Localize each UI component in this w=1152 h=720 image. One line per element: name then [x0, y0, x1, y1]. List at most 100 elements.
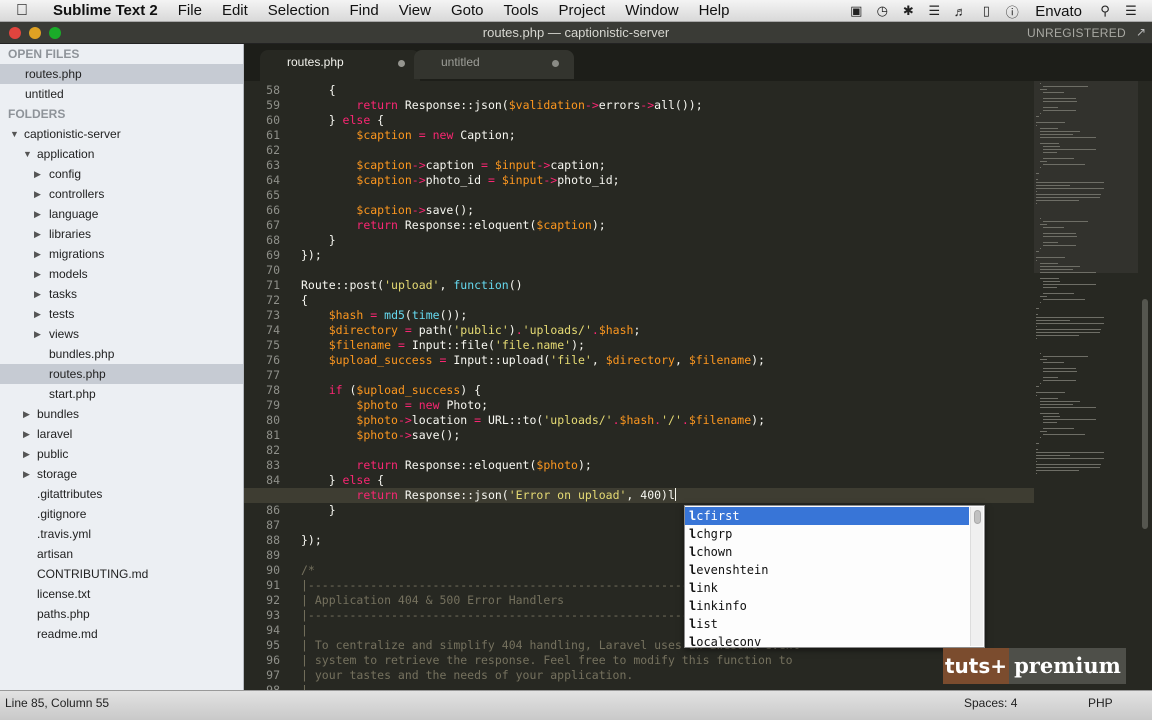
- code-line[interactable]: {: [301, 293, 1021, 308]
- menu-find[interactable]: Find: [340, 0, 389, 22]
- folder-tree-item[interactable]: ▶ libraries: [0, 224, 243, 244]
- disclosure-collapsed-icon[interactable]: ▶: [34, 164, 41, 184]
- folder-tree-item[interactable]: ▶ tasks: [0, 284, 243, 304]
- file-tree-item[interactable]: .gitattributes: [0, 484, 243, 504]
- disclosure-collapsed-icon[interactable]: ▶: [34, 244, 41, 264]
- unsaved-dot-icon[interactable]: [398, 60, 405, 67]
- code-line[interactable]: $caption = new Caption;: [301, 128, 1021, 143]
- file-tree-item[interactable]: CONTRIBUTING.md: [0, 564, 243, 584]
- code-line[interactable]: $caption->photo_id = $input->photo_id;: [301, 173, 1021, 188]
- code-line[interactable]: return Response::eloquent($photo);: [301, 458, 1021, 473]
- tab-routes-php[interactable]: routes.php: [260, 50, 420, 81]
- menu-file[interactable]: File: [168, 0, 212, 22]
- disclosure-collapsed-icon[interactable]: ▶: [23, 464, 30, 484]
- screen-recorder-icon[interactable]: ▣: [843, 3, 869, 19]
- menu-selection[interactable]: Selection: [258, 0, 340, 22]
- menu-project[interactable]: Project: [549, 0, 616, 22]
- tab-untitled[interactable]: untitled: [414, 50, 574, 79]
- disclosure-collapsed-icon[interactable]: ▶: [34, 224, 41, 244]
- unsaved-dot-icon[interactable]: [552, 60, 559, 67]
- autocomplete-item[interactable]: localeconv: [685, 633, 969, 647]
- file-tree-item[interactable]: paths.php: [0, 604, 243, 624]
- code-line[interactable]: $directory = path('public').'uploads/'.$…: [301, 323, 1021, 338]
- folder-tree-item[interactable]: ▶ bundles: [0, 404, 243, 424]
- spotlight-search-icon[interactable]: ⚲: [1092, 3, 1118, 19]
- file-tree-item[interactable]: routes.php: [0, 364, 243, 384]
- folder-tree-item[interactable]: ▶ laravel: [0, 424, 243, 444]
- user-menu[interactable]: Envato: [1025, 3, 1092, 20]
- battery-icon[interactable]: ▯: [973, 3, 999, 19]
- file-tree-item[interactable]: artisan: [0, 544, 243, 564]
- fullscreen-icon[interactable]: ↗: [1136, 25, 1146, 39]
- autocomplete-item[interactable]: levenshtein: [685, 561, 969, 579]
- disclosure-collapsed-icon[interactable]: ▶: [34, 324, 41, 344]
- autocomplete-item[interactable]: link: [685, 579, 969, 597]
- code-line[interactable]: return Response::json('Error on upload',…: [244, 488, 1034, 503]
- code-line[interactable]: $photo->save();: [301, 428, 1021, 443]
- folder-tree-item[interactable]: ▶ controllers: [0, 184, 243, 204]
- code-line[interactable]: Route::post('upload', function(): [301, 278, 1021, 293]
- editor-scrollbar[interactable]: [1140, 81, 1152, 690]
- folder-tree-item[interactable]: ▶ models: [0, 264, 243, 284]
- file-tree-item[interactable]: readme.md: [0, 624, 243, 644]
- code-line[interactable]: } else {: [301, 113, 1021, 128]
- code-line[interactable]: | system to retrieve the response. Feel …: [301, 653, 1021, 668]
- code-line[interactable]: return Response::eloquent($caption);: [301, 218, 1021, 233]
- autocomplete-item[interactable]: lchgrp: [685, 525, 969, 543]
- open-file-item[interactable]: untitled: [0, 84, 243, 104]
- folder-tree-item[interactable]: ▶ public: [0, 444, 243, 464]
- folder-tree-item[interactable]: ▼ captionistic-server: [0, 124, 243, 144]
- folder-tree-item[interactable]: ▶ language: [0, 204, 243, 224]
- file-tree-item[interactable]: start.php: [0, 384, 243, 404]
- folder-tree-item[interactable]: ▶ migrations: [0, 244, 243, 264]
- time-machine-icon[interactable]: ◷: [869, 3, 895, 19]
- file-tree-item[interactable]: .travis.yml: [0, 524, 243, 544]
- menu-help[interactable]: Help: [689, 0, 740, 22]
- disclosure-expanded-icon[interactable]: ▼: [23, 144, 32, 164]
- file-tree-item[interactable]: bundles.php: [0, 344, 243, 364]
- notification-center-icon[interactable]: ☰: [1118, 3, 1144, 19]
- code-line[interactable]: [301, 143, 1021, 158]
- disclosure-collapsed-icon[interactable]: ▶: [23, 424, 30, 444]
- scrollbar-thumb[interactable]: [1142, 299, 1148, 529]
- code-line[interactable]: [301, 443, 1021, 458]
- menu-app-name[interactable]: Sublime Text 2: [44, 0, 168, 22]
- autocomplete-scrollbar[interactable]: [970, 507, 983, 646]
- code-line[interactable]: } else {: [301, 473, 1021, 488]
- folder-tree-item[interactable]: ▶ storage: [0, 464, 243, 484]
- code-line[interactable]: $photo->location = URL::to('uploads/'.$h…: [301, 413, 1021, 428]
- code-line[interactable]: $hash = md5(time());: [301, 308, 1021, 323]
- code-line[interactable]: $upload_success = Input::upload('file', …: [301, 353, 1021, 368]
- autocomplete-item[interactable]: list: [685, 615, 969, 633]
- code-line[interactable]: | your tastes and the needs of your appl…: [301, 668, 1021, 683]
- code-line[interactable]: if ($upload_success) {: [301, 383, 1021, 398]
- volume-icon[interactable]: ♬: [947, 4, 973, 19]
- code-line[interactable]: }: [301, 233, 1021, 248]
- syntax-selector[interactable]: PHP: [1088, 691, 1113, 715]
- code-line[interactable]: {: [301, 83, 1021, 98]
- disclosure-collapsed-icon[interactable]: ▶: [34, 204, 41, 224]
- autocomplete-scroll-thumb[interactable]: [974, 510, 981, 524]
- code-line[interactable]: $photo = new Photo;: [301, 398, 1021, 413]
- code-line[interactable]: return Response::json($validation->error…: [301, 98, 1021, 113]
- disclosure-collapsed-icon[interactable]: ▶: [23, 404, 30, 424]
- code-line[interactable]: [301, 368, 1021, 383]
- folder-tree-item[interactable]: ▶ config: [0, 164, 243, 184]
- folder-tree-item[interactable]: ▶ tests: [0, 304, 243, 324]
- minimap[interactable]: [1034, 81, 1138, 690]
- folder-tree-item[interactable]: ▼ application: [0, 144, 243, 164]
- code-line[interactable]: $caption->caption = $input->caption;: [301, 158, 1021, 173]
- autocomplete-item[interactable]: linkinfo: [685, 597, 969, 615]
- menu-edit[interactable]: Edit: [212, 0, 258, 22]
- file-tree-item[interactable]: .gitignore: [0, 504, 243, 524]
- disclosure-collapsed-icon[interactable]: ▶: [34, 284, 41, 304]
- wifi-icon[interactable]: ☰: [921, 3, 947, 19]
- code-line[interactable]: });: [301, 248, 1021, 263]
- code-line[interactable]: $caption->save();: [301, 203, 1021, 218]
- indentation-setting[interactable]: Spaces: 4: [964, 691, 1017, 715]
- code-line[interactable]: [301, 188, 1021, 203]
- menu-window[interactable]: Window: [615, 0, 688, 22]
- menu-tools[interactable]: Tools: [493, 0, 548, 22]
- code-line[interactable]: $filename = Input::file('file.name');: [301, 338, 1021, 353]
- open-file-item[interactable]: routes.php: [0, 64, 243, 84]
